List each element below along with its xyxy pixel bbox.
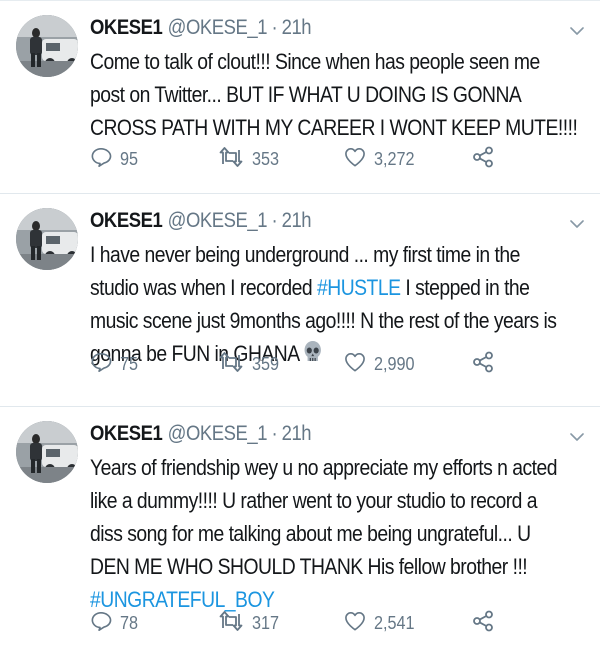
tweet-text-line: Years of friendship wey u no appreciate … <box>90 451 580 484</box>
display-name[interactable]: OKESE1 <box>90 417 163 451</box>
user-handle[interactable]: @OKESE_1 <box>168 417 268 451</box>
retweet-button[interactable]: 359 <box>218 351 282 377</box>
share-button[interactable] <box>472 146 494 173</box>
retweet-count: 353 <box>252 148 280 169</box>
share-icon <box>472 351 494 378</box>
text-segment: diss song for me talking about me being … <box>90 521 531 546</box>
skull-emoji-icon <box>300 341 324 366</box>
reply-button[interactable]: 95 <box>90 147 140 172</box>
user-handle[interactable]: @OKESE_1 <box>168 11 268 45</box>
tweet[interactable]: OKESE1 @OKESE_1 · 21h Come to talk of clout!… <box>0 1 600 194</box>
tweet-text-line: #UNGRATEFUL_BOY <box>90 583 580 616</box>
display-name[interactable]: OKESE1 <box>90 204 163 238</box>
share-icon <box>472 610 494 637</box>
avatar[interactable] <box>16 421 78 483</box>
tweet-text-line: Come to talk of clout!!! Since when has … <box>90 45 580 78</box>
reply-count: 75 <box>120 353 139 374</box>
separator: · <box>271 422 278 445</box>
text-segment: Years of friendship wey u no appreciate … <box>90 455 558 480</box>
tweet-text-line: gonna be FUN in GHANA <box>90 337 580 370</box>
text-segment: CROSS PATH WITH MY CAREER I WONT KEEP MU… <box>90 115 578 140</box>
share-icon <box>472 146 494 173</box>
text-segment: I stepped in the <box>400 275 530 300</box>
timestamp[interactable]: 21h <box>282 417 312 451</box>
tweet[interactable]: OKESE1 @OKESE_1 · 21h I have never being und… <box>0 194 600 407</box>
retweet-icon <box>218 146 244 172</box>
chevron-down-icon[interactable] <box>570 23 584 35</box>
like-count: 2,990 <box>374 353 415 374</box>
heart-icon <box>344 611 366 636</box>
text-segment: like a dummy!!!! U rather went to your s… <box>90 488 538 513</box>
chevron-down-icon[interactable] <box>570 216 584 228</box>
tweet-header: OKESE1 @OKESE_1 · 21h <box>90 204 583 238</box>
like-button[interactable]: 2,541 <box>344 611 419 636</box>
tweet-text: Come to talk of clout!!! Since when has … <box>90 45 580 144</box>
timestamp[interactable]: 21h <box>282 11 312 45</box>
retweet-count: 359 <box>252 353 280 374</box>
retweet-button[interactable]: 353 <box>218 146 282 172</box>
text-segment: music scene just 9months ago!!!! N the r… <box>90 308 557 333</box>
reply-icon <box>90 147 112 172</box>
like-count: 2,541 <box>374 612 415 633</box>
separator: · <box>271 16 278 39</box>
reply-count: 78 <box>120 612 139 633</box>
display-name[interactable]: OKESE1 <box>90 11 163 45</box>
text-segment: studio was when I recorded <box>90 275 317 300</box>
reply-count: 95 <box>120 148 139 169</box>
user-handle[interactable]: @OKESE_1 <box>168 204 268 238</box>
reply-button[interactable]: 75 <box>90 352 140 377</box>
hashtag-link[interactable]: #UNGRATEFUL_BOY <box>90 587 275 612</box>
tweet-text: Years of friendship wey u no appreciate … <box>90 451 580 616</box>
share-button[interactable] <box>472 351 494 378</box>
tweet-text-line: CROSS PATH WITH MY CAREER I WONT KEEP MU… <box>90 111 580 144</box>
text-segment: post on Twitter... BUT IF WHAT U DOING I… <box>90 82 522 107</box>
avatar[interactable] <box>16 208 78 270</box>
heart-icon <box>344 147 366 172</box>
text-segment: DEN ME WHO SHOULD THANK His fellow broth… <box>90 554 528 579</box>
heart-icon <box>344 352 366 377</box>
tweet-text-line: studio was when I recorded #HUSTLE I ste… <box>90 271 580 304</box>
tweet-header: OKESE1 @OKESE_1 · 21h <box>90 11 583 45</box>
like-button[interactable]: 3,272 <box>344 147 419 172</box>
text-segment: I have never being underground ... my fi… <box>90 242 520 267</box>
avatar[interactable] <box>16 15 78 77</box>
tweet-text-line: DEN ME WHO SHOULD THANK His fellow broth… <box>90 550 580 583</box>
tweet-text-line: like a dummy!!!! U rather went to your s… <box>90 484 580 517</box>
tweet-text-line: post on Twitter... BUT IF WHAT U DOING I… <box>90 78 580 111</box>
tweet-text-line: I have never being underground ... my fi… <box>90 238 580 271</box>
tweet-text-line: music scene just 9months ago!!!! N the r… <box>90 304 580 337</box>
timestamp[interactable]: 21h <box>282 204 312 238</box>
reply-button[interactable]: 78 <box>90 611 140 636</box>
retweet-icon <box>218 610 244 636</box>
like-button[interactable]: 2,990 <box>344 352 419 377</box>
share-button[interactable] <box>472 610 494 637</box>
like-count: 3,272 <box>374 148 415 169</box>
tweet-text-line: diss song for me talking about me being … <box>90 517 580 550</box>
tweet-timeline: OKESE1 @OKESE_1 · 21h Come to talk of clout!… <box>0 0 600 659</box>
tweet-header: OKESE1 @OKESE_1 · 21h <box>90 417 583 451</box>
separator: · <box>271 209 278 232</box>
reply-icon <box>90 352 112 377</box>
tweet-text: I have never being underground ... my fi… <box>90 238 580 370</box>
hashtag-link[interactable]: #HUSTLE <box>317 275 401 300</box>
retweet-count: 317 <box>252 612 280 633</box>
text-segment: Come to talk of clout!!! Since when has … <box>90 49 540 74</box>
tweet[interactable]: OKESE1 @OKESE_1 · 21h Years of friendship we… <box>0 407 600 659</box>
retweet-icon <box>218 351 244 377</box>
chevron-down-icon[interactable] <box>570 429 584 441</box>
retweet-button[interactable]: 317 <box>218 610 282 636</box>
reply-icon <box>90 611 112 636</box>
